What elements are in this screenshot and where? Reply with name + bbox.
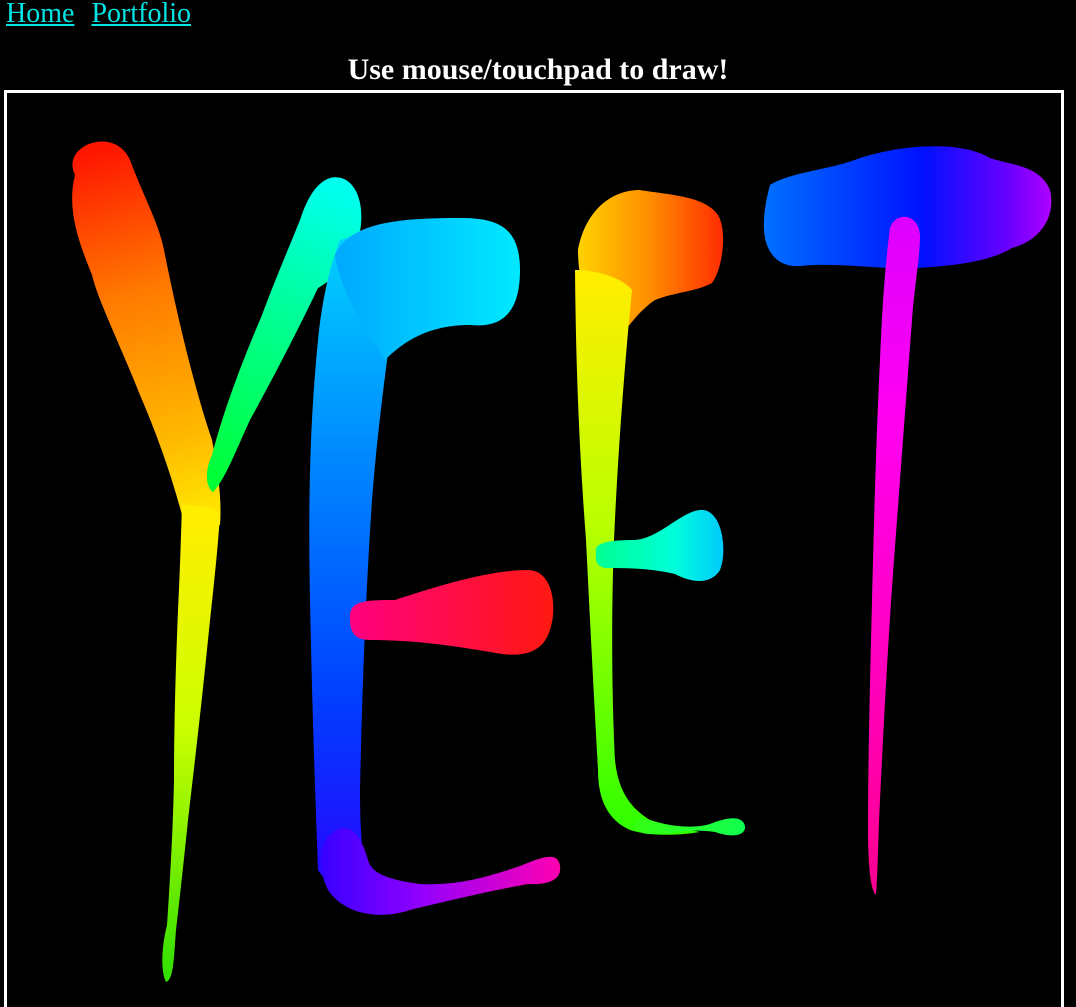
- portfolio-link[interactable]: Portfolio: [91, 0, 191, 29]
- canvas-drawing: [72, 141, 1052, 982]
- stroke-letter-t: [763, 146, 1052, 895]
- home-link[interactable]: Home: [6, 0, 74, 29]
- stroke-y-stem: [162, 505, 220, 982]
- stroke-e1-bottom-bar: [320, 828, 561, 915]
- drawing-canvas[interactable]: [4, 90, 1064, 1007]
- page-title: Use mouse/touchpad to draw!: [347, 53, 729, 87]
- top-nav: Home Portfolio: [6, 0, 201, 32]
- stroke-e1-middle-bar: [349, 570, 554, 655]
- stroke-t-stem: [868, 216, 920, 895]
- stroke-letter-e-first: [309, 218, 561, 915]
- stroke-letter-e-second: [575, 190, 746, 836]
- stroke-y-left-arm: [72, 141, 221, 525]
